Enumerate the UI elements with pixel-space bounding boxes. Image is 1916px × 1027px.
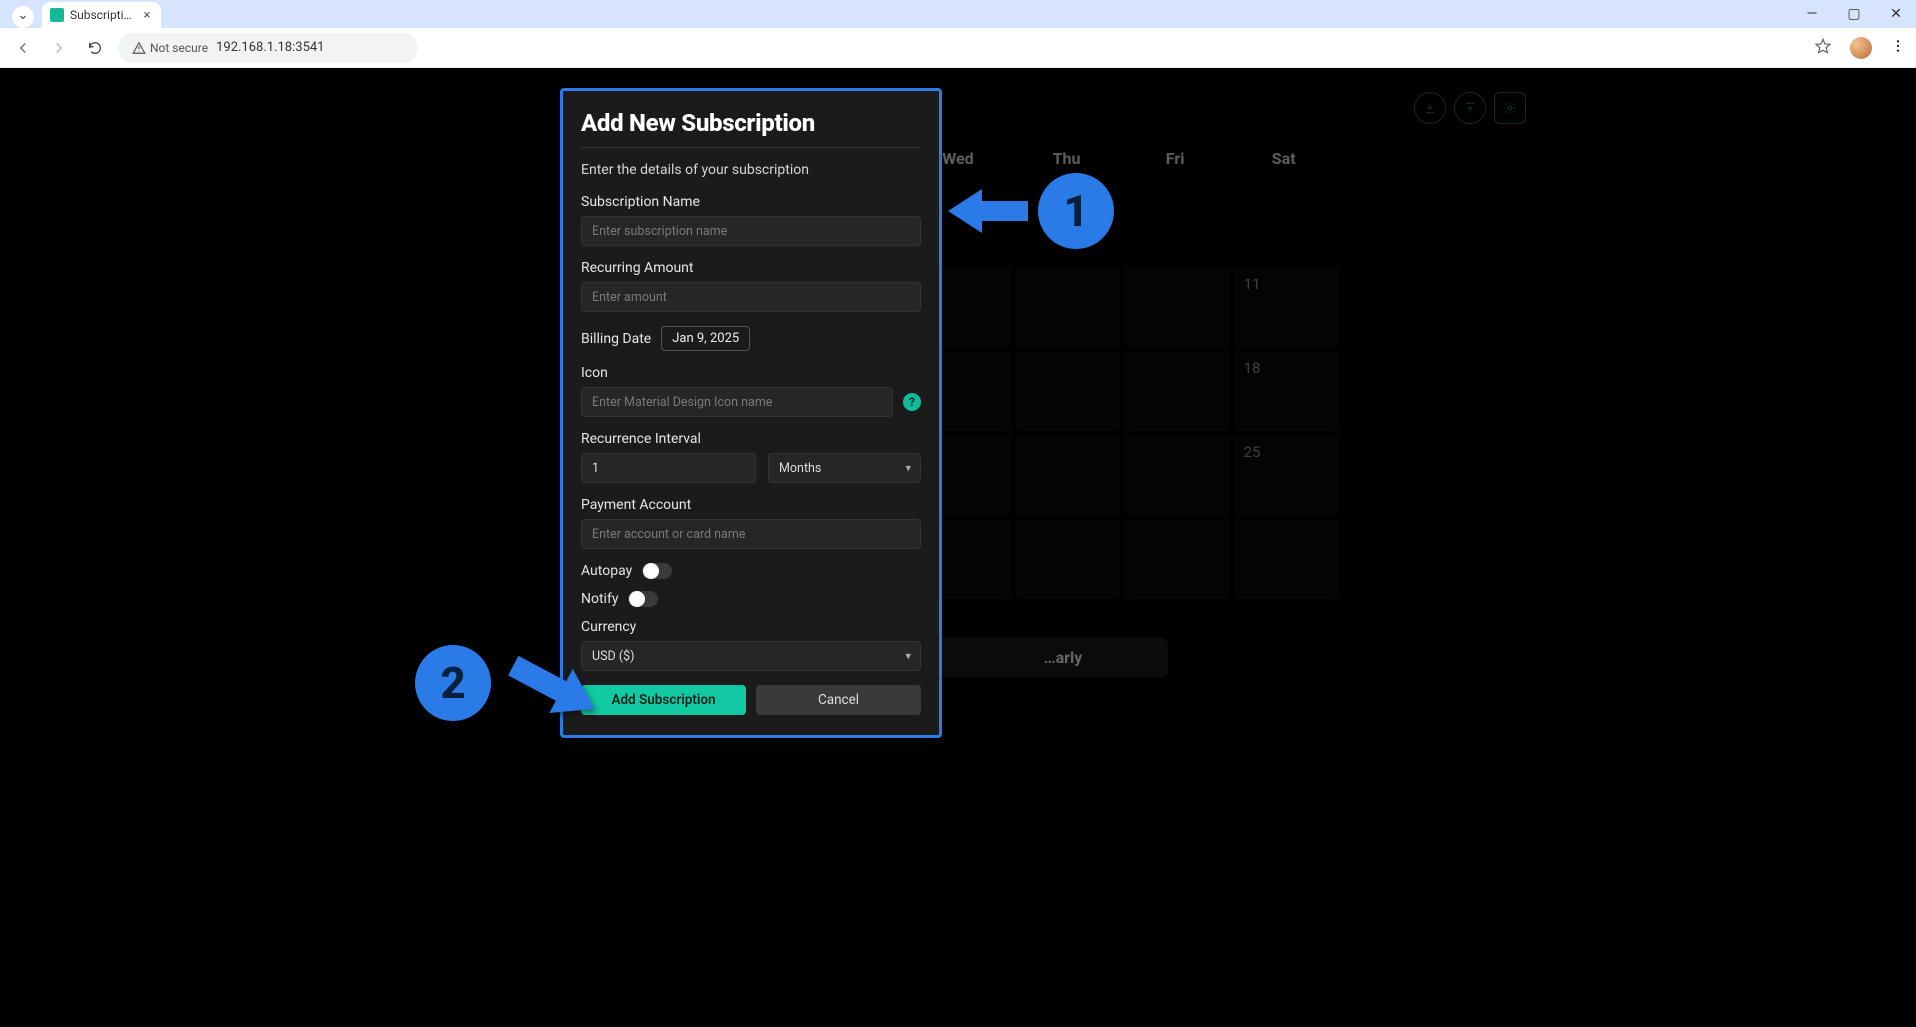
- browser-toolbar: Not secure 192.168.1.18:3541: [0, 28, 1916, 68]
- input-recurring-amount[interactable]: [581, 282, 921, 312]
- tab-close-icon[interactable]: ×: [144, 8, 151, 23]
- bookmark-button[interactable]: [1814, 37, 1832, 59]
- label-currency: Currency: [581, 619, 921, 635]
- question-icon: ?: [909, 395, 915, 409]
- label-icon: Icon: [581, 365, 921, 381]
- label-recurring-amount: Recurring Amount: [581, 260, 921, 276]
- back-button[interactable]: [10, 35, 36, 61]
- label-subscription-name: Subscription Name: [581, 194, 921, 210]
- select-interval-unit[interactable]: Months: [768, 453, 921, 483]
- tab-title: Subscripti…: [70, 8, 132, 22]
- field-recurrence-interval: Recurrence Interval Months: [581, 431, 921, 483]
- toggle-autopay[interactable]: [642, 563, 672, 579]
- field-recurring-amount: Recurring Amount: [581, 260, 921, 312]
- toggle-notify[interactable]: [628, 591, 658, 607]
- profile-avatar[interactable]: [1850, 37, 1872, 59]
- label-recurrence-interval: Recurrence Interval: [581, 431, 921, 447]
- window-titlebar: Subscripti… × — ▢ ✕: [0, 0, 1916, 28]
- warning-icon: [132, 41, 146, 55]
- field-payment-account: Payment Account: [581, 497, 921, 549]
- label-autopay: Autopay: [581, 563, 632, 579]
- field-notify: Notify: [581, 591, 921, 607]
- maximize-button[interactable]: ▢: [1842, 6, 1866, 22]
- security-label: Not secure: [150, 41, 208, 55]
- field-subscription-name: Subscription Name: [581, 194, 921, 246]
- field-icon: Icon ?: [581, 365, 921, 417]
- label-billing-date: Billing Date: [581, 331, 651, 347]
- input-icon[interactable]: [581, 387, 893, 417]
- dialog-subtitle: Enter the details of your subscription: [581, 162, 921, 178]
- browser-tab[interactable]: Subscripti… ×: [42, 2, 161, 28]
- billing-date-picker[interactable]: Jan 9, 2025: [661, 326, 750, 351]
- add-subscription-button[interactable]: Add Subscription: [581, 685, 746, 715]
- field-billing-date: Billing Date Jan 9, 2025: [581, 326, 921, 351]
- arrow-left-icon: [14, 39, 32, 57]
- security-chip[interactable]: Not secure: [132, 41, 208, 55]
- address-bar[interactable]: Not secure 192.168.1.18:3541: [118, 33, 418, 63]
- address-url: 192.168.1.18:3541: [216, 40, 324, 55]
- star-icon: [1814, 37, 1832, 55]
- window-controls: — ▢ ✕: [1800, 6, 1908, 22]
- input-payment-account[interactable]: [581, 519, 921, 549]
- icon-help-button[interactable]: ?: [903, 393, 921, 411]
- cancel-button[interactable]: Cancel: [756, 685, 921, 715]
- forward-button[interactable]: [46, 35, 72, 61]
- label-notify: Notify: [581, 591, 618, 607]
- dots-vertical-icon: [1890, 38, 1906, 54]
- tab-favicon: [50, 8, 64, 22]
- chevron-down-icon: [17, 11, 29, 23]
- field-autopay: Autopay: [581, 563, 921, 579]
- field-currency: Currency USD ($): [581, 619, 921, 671]
- dialog-divider: [581, 147, 921, 148]
- input-subscription-name[interactable]: [581, 216, 921, 246]
- add-subscription-dialog: Add New Subscription Enter the details o…: [560, 88, 942, 738]
- toggle-knob: [643, 563, 659, 579]
- reload-icon: [87, 40, 103, 56]
- minimize-button[interactable]: —: [1800, 6, 1824, 22]
- dialog-buttons: Add Subscription Cancel: [581, 685, 921, 715]
- input-interval-count[interactable]: [581, 453, 756, 483]
- toggle-knob: [629, 591, 645, 607]
- label-payment-account: Payment Account: [581, 497, 921, 513]
- app-viewport: Subscription M Sun Mon Tue Wed Thu Fri S…: [0, 68, 1916, 1027]
- dialog-title: Add New Subscription: [581, 109, 921, 137]
- tabs-dropdown-button[interactable]: [12, 6, 34, 28]
- arrow-right-icon: [50, 39, 68, 57]
- select-currency[interactable]: USD ($): [581, 641, 921, 671]
- tab-strip: Subscripti… ×: [8, 0, 161, 28]
- browser-menu-button[interactable]: [1890, 38, 1906, 58]
- modal-backdrop[interactable]: [0, 68, 1916, 1027]
- reload-button[interactable]: [82, 35, 108, 61]
- close-window-button[interactable]: ✕: [1884, 6, 1908, 22]
